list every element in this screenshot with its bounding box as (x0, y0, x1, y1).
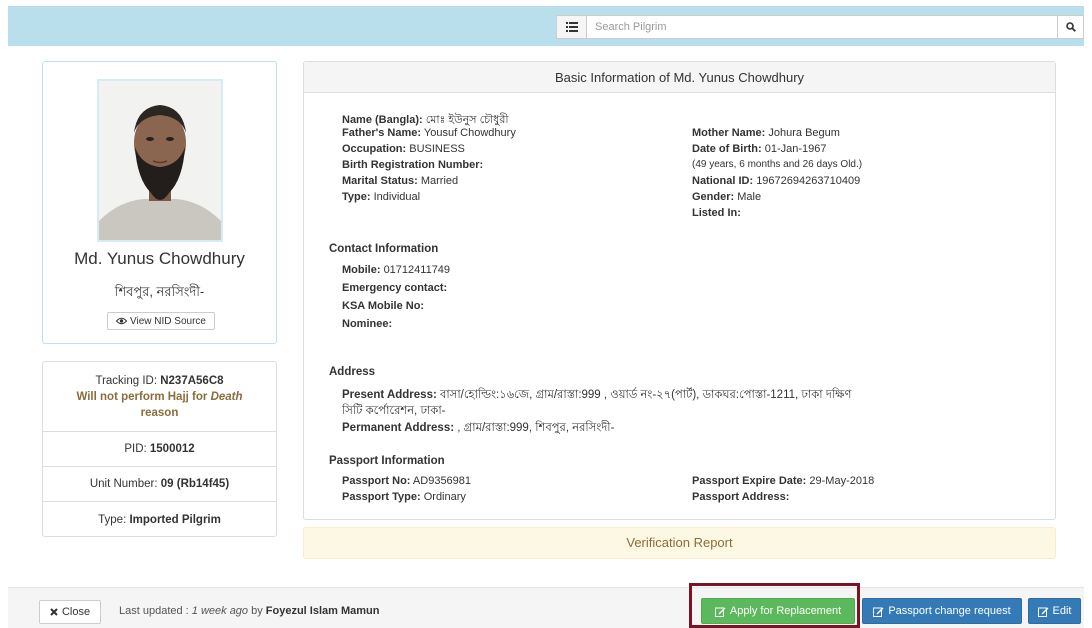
type-value: Imported Pilgrim (129, 513, 221, 526)
profile-location: শিবপুর, নরসিংদী- (114, 284, 205, 299)
age-text: (49 years, 6 months and 26 days Old.) (692, 159, 863, 170)
emergency-contact-field: Emergency contact: (342, 282, 448, 294)
birth-reg-field: Birth Registration Number: (342, 159, 484, 171)
passport-change-request-label: Passport change request (888, 605, 1011, 617)
occupation-field: Occupation: BUSINESS (342, 143, 465, 155)
national-id-field: National ID: 19672694263710409 (692, 175, 861, 187)
mother-field: Mother Name: Johura Begum (692, 127, 840, 139)
edit-button[interactable]: Edit (1028, 598, 1081, 624)
close-label: Close (61, 606, 91, 618)
tracking-item: Tracking ID: N237A56C8 Will not perform … (43, 362, 276, 432)
search-button[interactable] (1058, 15, 1084, 39)
status-list: Tracking ID: N237A56C8 Will not perform … (42, 361, 277, 537)
contact-title: Contact Information (329, 243, 439, 255)
search-group (556, 15, 1084, 39)
address-title: Address (329, 366, 376, 378)
close-button[interactable]: Close (39, 600, 101, 624)
warning-suffix: reason (140, 406, 179, 419)
father-field: Father's Name: Yousuf Chowdhury (342, 127, 516, 139)
warning-prefix: Will not perform Hajj for (76, 390, 211, 403)
marital-field: Marital Status: Married (342, 175, 459, 187)
apply-for-replacement-label: Apply for Replacement (729, 605, 842, 617)
tracking-label: Tracking ID: (95, 374, 161, 387)
dob-field: Date of Birth: 01-Jan-1967 (692, 143, 827, 155)
gender-field: Gender: Male (692, 191, 762, 203)
search-menu-button[interactable] (556, 15, 586, 39)
edit-icon (1037, 607, 1049, 617)
mobile-field: Mobile: 01712411749 (342, 264, 451, 276)
passport-type-field: Passport Type: Ordinary (342, 491, 466, 503)
pid-label: PID: (124, 443, 150, 455)
view-nid-source-button[interactable]: View NID Source (107, 312, 215, 330)
passport-no-field: Passport No: AD9356981 (342, 475, 472, 487)
panel-title: Basic Information of Md. Yunus Chowdhury (304, 62, 1055, 93)
passport-address-field: Passport Address: (692, 491, 790, 503)
pid-value: 1500012 (149, 443, 195, 455)
profile-name: Md. Yunus Chowdhury (74, 249, 245, 268)
verification-report-panel[interactable]: Verification Report (303, 527, 1056, 559)
passport-title: Passport Information (329, 455, 445, 467)
last-updated-text: Last updated : 1 week ago by Foyezul Isl… (119, 605, 380, 617)
type-field: Type: Individual (342, 191, 421, 203)
warning-reason-word: Death (210, 390, 243, 403)
basic-info-panel: Basic Information of Md. Yunus Chowdhury… (303, 61, 1056, 520)
nominee-field: Nominee: (342, 318, 393, 330)
pid-item: PID: 1500012 (43, 432, 276, 467)
top-bar (8, 6, 1084, 46)
listed-in-field: Listed In: (692, 207, 741, 219)
passport-expire-field: Passport Expire Date: 29-May-2018 (692, 475, 875, 487)
ksa-mobile-field: KSA Mobile No: (342, 300, 425, 312)
unit-value: 09 (Rb14f45) (160, 478, 230, 490)
type-item: Type: Imported Pilgrim (43, 502, 276, 537)
edit-icon (714, 607, 726, 617)
list-icon (565, 22, 578, 32)
permanent-address-field: Permanent Address: , গ্রাম/রাস্তা:999, শ… (342, 422, 615, 434)
tracking-id: N237A56C8 (160, 374, 224, 387)
edit-icon (873, 607, 884, 617)
search-icon (1065, 22, 1076, 32)
type-label: Type: (98, 513, 130, 526)
unit-item: Unit Number: 09 (Rb14f45) (43, 467, 276, 502)
pilgrim-photo (97, 79, 223, 242)
passport-change-request-button[interactable]: Passport change request (862, 598, 1022, 624)
eye-icon (116, 317, 128, 325)
edit-label: Edit (1052, 605, 1072, 617)
unit-label: Unit Number: (89, 478, 161, 490)
apply-for-replacement-button[interactable]: Apply for Replacement (701, 598, 855, 624)
profile-card: Md. Yunus Chowdhury শিবপুর, নরসিংদী- Vie… (42, 61, 277, 344)
close-icon (50, 608, 58, 616)
search-input[interactable] (586, 15, 1058, 39)
view-nid-source-label: View NID Source (130, 315, 206, 327)
